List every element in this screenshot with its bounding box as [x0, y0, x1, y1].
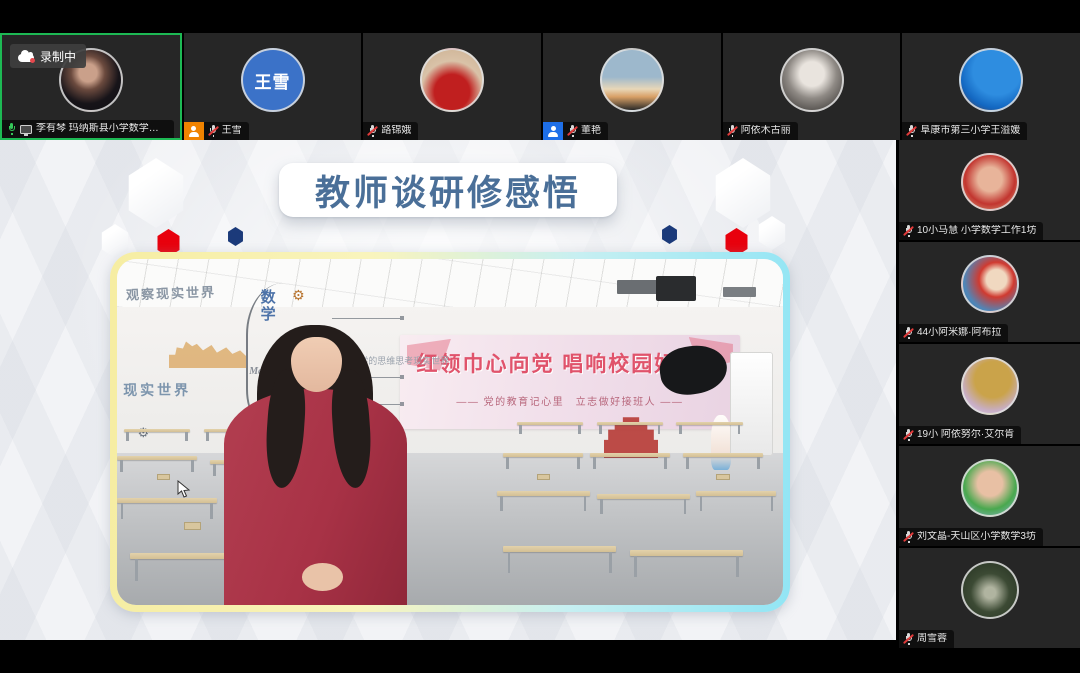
mic-muted-icon — [907, 125, 916, 137]
avatar — [961, 357, 1019, 415]
circuit-line-art — [332, 318, 401, 319]
video-tile[interactable]: 王雪 王雪 — [184, 33, 362, 140]
desk — [497, 491, 590, 496]
hand-raised-badge-icon — [184, 122, 204, 140]
wall-device — [656, 276, 696, 300]
recording-label: 录制中 — [40, 48, 76, 65]
presenter-video-frame[interactable]: 红领巾心向党 唱响校园好声音 —— 党的教育记心里 立志做好接班人 —— 观察现… — [110, 252, 790, 612]
video-tile[interactable]: 19小 阿依努尔·艾尔肯 — [899, 344, 1080, 444]
avatar — [600, 48, 664, 112]
wall-art-text: 现实世界 — [123, 380, 191, 400]
gear-icon: ⚙ — [138, 425, 150, 441]
participant-name: 10小马慧 小学数学工作1坊 — [917, 225, 1036, 237]
hexagon-decoration — [227, 227, 244, 246]
desk — [597, 494, 690, 499]
participant-badge-icon — [543, 122, 563, 140]
avatar — [961, 561, 1019, 619]
mic-muted-icon — [368, 125, 377, 137]
stool — [537, 474, 550, 480]
participant-name: 王雪 — [222, 125, 242, 137]
ceiling-vent — [723, 287, 756, 297]
video-tile[interactable]: 10小马慧 小学数学工作1坊 — [899, 140, 1080, 240]
desk — [503, 453, 583, 457]
video-tile[interactable]: 44小阿米娜·阿布拉 — [899, 242, 1080, 342]
participant-name: 李有琴 玛纳斯县小学数学坊正在... — [36, 123, 167, 135]
desk — [683, 453, 763, 457]
mic-muted-icon — [904, 531, 913, 543]
participant-name: 周雪蓉 — [917, 633, 947, 645]
participant-name: 44小阿米娜·阿布拉 — [917, 327, 1001, 339]
desk — [117, 498, 217, 503]
desk — [517, 422, 584, 425]
stool — [716, 474, 729, 480]
desk — [503, 546, 616, 552]
mic-active-icon — [7, 123, 16, 135]
cabinet — [730, 352, 773, 456]
wall-art-text: 数学 — [261, 290, 279, 323]
video-tile[interactable]: 董艳 — [543, 33, 721, 140]
video-tile-speaker[interactable]: 录制中 李有琴 玛纳斯县小学数学坊正在... — [0, 33, 182, 140]
slide-title-banner: 教师谈研修感悟 — [279, 163, 617, 217]
participant-name: 董艳 — [581, 125, 601, 137]
mic-muted-icon — [904, 429, 913, 441]
participant-name: 刘文晶-天山区小学数学3坊 — [917, 531, 1036, 543]
avatar — [961, 153, 1019, 211]
avatar: 王雪 — [241, 48, 305, 112]
video-tile[interactable]: 刘文晶-天山区小学数学3坊 — [899, 446, 1080, 546]
mic-muted-icon — [209, 125, 218, 137]
avatar — [961, 459, 1019, 517]
mouse-cursor — [177, 480, 191, 498]
mic-muted-icon — [904, 633, 913, 645]
mic-muted-icon — [568, 125, 577, 137]
participant-name: 阜康市第三小学王溢媛 — [920, 125, 1020, 137]
main-stage-shared-screen[interactable]: 教师谈研修感悟 红领巾心向党 唱响校园好声音 —— 党的教育记心里 立志做好接班… — [0, 140, 896, 640]
avatar — [780, 48, 844, 112]
desk — [590, 453, 670, 457]
hexagon-decoration — [661, 225, 678, 244]
banner-subtitle: —— 党的教育记心里 立志做好接班人 —— — [400, 393, 740, 408]
slide-title: 教师谈研修感悟 — [315, 165, 581, 216]
participant-name: 阿依木古丽 — [741, 125, 791, 137]
video-tile[interactable]: 周雪蓉 — [899, 548, 1080, 648]
desk — [124, 429, 191, 432]
hexagon-decoration — [712, 158, 774, 228]
avatar-initials: 王雪 — [255, 68, 291, 93]
hexagon-decoration — [125, 158, 187, 228]
video-tile[interactable]: 阜康市第三小学王溢媛 — [902, 33, 1080, 140]
mic-muted-icon — [728, 125, 737, 137]
cloud-recording-icon — [18, 54, 34, 62]
desk — [696, 491, 776, 496]
desk — [597, 422, 664, 425]
avatar — [961, 255, 1019, 313]
video-tile[interactable]: 阿依木古丽 — [723, 33, 901, 140]
mic-muted-icon — [904, 225, 913, 237]
participant-column: 10小马慧 小学数学工作1坊 44小阿米娜·阿布拉 19小 阿依努尔·艾尔肯 刘… — [899, 140, 1080, 648]
recording-badge: 录制中 — [10, 44, 86, 68]
gear-icon: ⚙ — [292, 287, 305, 304]
classroom: 红领巾心向党 唱响校园好声音 —— 党的教育记心里 立志做好接班人 —— 观察现… — [117, 259, 783, 605]
screen-share-icon — [20, 125, 32, 134]
hexagon-decoration — [757, 216, 787, 250]
wall-art-text: 观察现实世界 — [126, 282, 217, 304]
avatar — [959, 48, 1023, 112]
city-skyline-art — [169, 339, 246, 368]
participant-name: 19小 阿依努尔·艾尔肯 — [917, 429, 1014, 441]
stool — [157, 474, 170, 480]
desk — [676, 422, 743, 425]
desk — [117, 456, 197, 460]
desk — [630, 550, 743, 556]
participant-name: 路锦娥 — [381, 125, 411, 137]
video-tile[interactable]: 路锦娥 — [363, 33, 541, 140]
stool — [184, 522, 202, 530]
avatar — [420, 48, 484, 112]
meeting-window: 录制中 李有琴 玛纳斯县小学数学坊正在... 王雪 王雪 — [0, 0, 1080, 673]
mic-muted-icon — [904, 327, 913, 339]
classroom-floor — [117, 453, 783, 605]
video-grid-top: 录制中 李有琴 玛纳斯县小学数学坊正在... 王雪 王雪 — [0, 33, 1080, 140]
